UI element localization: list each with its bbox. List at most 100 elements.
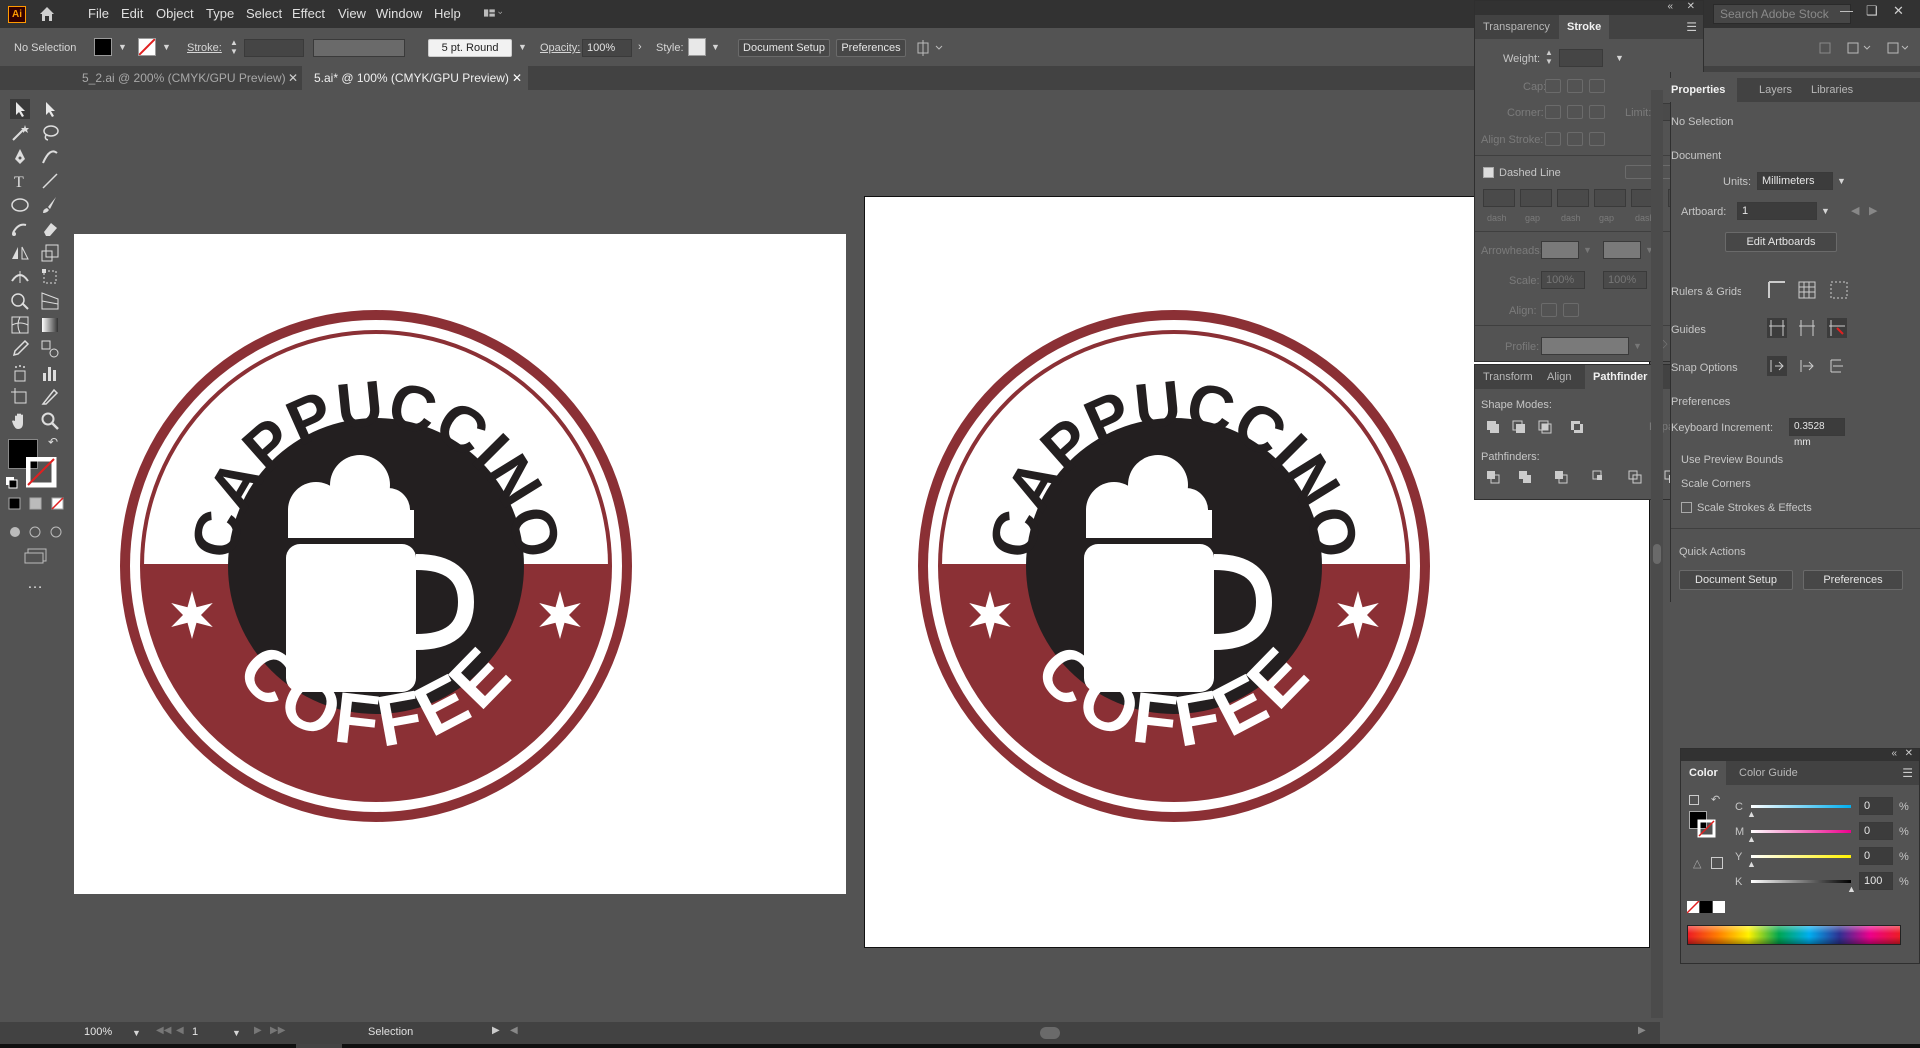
zoom-tool-icon[interactable] xyxy=(40,411,60,431)
gap-field[interactable] xyxy=(1594,189,1626,207)
document-tab-5-2[interactable]: 5_2.ai @ 200% (CMYK/GPU Preview) xyxy=(70,66,298,90)
control-bar-right-icons[interactable] xyxy=(1818,40,1908,56)
dash-field[interactable] xyxy=(1483,189,1515,207)
artboard-number-field[interactable]: 1 xyxy=(188,1024,228,1041)
align-inside-icon[interactable] xyxy=(1567,132,1583,146)
tab-align[interactable]: Align xyxy=(1539,365,1579,389)
swap-fill-stroke-icon[interactable]: ↶ xyxy=(48,435,58,449)
color-mode-icons[interactable] xyxy=(8,497,64,511)
none-black-white-swatches[interactable] xyxy=(1687,901,1727,915)
status-menu-icon[interactable]: ▶ xyxy=(492,1025,500,1036)
menu-effect[interactable]: Effect xyxy=(292,6,325,21)
scale-strokes-checkbox[interactable] xyxy=(1681,502,1692,513)
brush-dropdown-icon[interactable]: ▼ xyxy=(518,42,527,52)
panel-menu-icon[interactable]: ☰ xyxy=(1902,766,1913,780)
opacity-field[interactable]: 100% xyxy=(582,39,632,57)
round-cap-icon[interactable] xyxy=(1567,79,1583,93)
panel-menu-icon[interactable]: ☰ xyxy=(1686,20,1697,34)
arrowhead-dropdown-icon[interactable]: ▼ xyxy=(1583,245,1592,255)
web-safe-icon[interactable] xyxy=(1711,857,1723,869)
scroll-right-icon[interactable]: ▶ xyxy=(1638,1025,1646,1036)
stroke-label[interactable]: Stroke: xyxy=(187,42,222,54)
eyedropper-tool-icon[interactable] xyxy=(10,339,30,359)
type-tool-icon[interactable]: T xyxy=(10,171,30,191)
mesh-tool-icon[interactable] xyxy=(10,315,30,335)
rulers-grids-icons[interactable] xyxy=(1767,280,1867,300)
cyan-field[interactable]: 0 xyxy=(1859,797,1893,815)
tab-transform[interactable]: Transform xyxy=(1475,365,1541,389)
ellipse-tool-icon[interactable] xyxy=(10,195,30,215)
round-join-icon[interactable] xyxy=(1567,105,1583,119)
dash-align-corners-icon[interactable] xyxy=(1625,165,1653,179)
color-spectrum-bar[interactable] xyxy=(1687,925,1901,945)
cyan-slider[interactable] xyxy=(1751,805,1851,808)
preferences-button[interactable]: Preferences xyxy=(836,39,906,57)
tab-properties[interactable]: Properties xyxy=(1631,78,1737,102)
tab-libraries[interactable]: Libraries xyxy=(1803,78,1861,102)
pathfinder-icons[interactable] xyxy=(1485,469,1695,485)
brush-definition-button[interactable]: 5 pt. Round xyxy=(428,39,512,57)
screen-mode-icon[interactable] xyxy=(24,547,48,565)
prev-artboard-icon[interactable]: ◀ xyxy=(176,1025,184,1036)
stroke-dropdown-icon[interactable]: ▼ xyxy=(162,42,171,52)
slider-handle-icon[interactable]: ▲ xyxy=(1747,834,1756,844)
tab-layers[interactable]: Layers xyxy=(1751,78,1800,102)
slice-tool-icon[interactable] xyxy=(40,387,60,407)
opacity-arrow-icon[interactable]: › xyxy=(638,41,642,53)
slider-handle-icon[interactable]: ▲ xyxy=(1747,859,1756,869)
slider-handle-icon[interactable]: ▲ xyxy=(1747,809,1756,819)
tab-color-guide[interactable]: Color Guide xyxy=(1731,761,1806,785)
magenta-slider[interactable] xyxy=(1751,830,1851,833)
default-colors-icon[interactable] xyxy=(1689,795,1699,805)
stroke-stepper-icon[interactable]: ▲ ▼ xyxy=(230,38,238,56)
arrow-tip-end-icon[interactable] xyxy=(1563,303,1579,317)
slider-handle-icon[interactable]: ▲ xyxy=(1847,884,1856,894)
search-adobe-stock-input[interactable]: Search Adobe Stock xyxy=(1713,4,1851,24)
blend-tool-icon[interactable] xyxy=(40,339,60,359)
fill-swatch[interactable] xyxy=(94,38,112,56)
menu-window[interactable]: Window xyxy=(376,6,422,21)
align-outside-icon[interactable] xyxy=(1589,132,1605,146)
eraser-tool-icon[interactable] xyxy=(40,219,60,239)
end-arrowhead-select[interactable] xyxy=(1603,241,1641,259)
profile-dropdown-icon[interactable]: ▼ xyxy=(1633,341,1642,351)
magenta-field[interactable]: 0 xyxy=(1859,822,1893,840)
next-artboard-icon[interactable]: ▶ xyxy=(1869,204,1877,217)
snap-options-icons[interactable] xyxy=(1767,356,1867,376)
previous-artboard-icon[interactable]: ◀ xyxy=(1851,204,1859,217)
guides-icons[interactable] xyxy=(1767,318,1867,338)
selection-tool-icon[interactable] xyxy=(10,99,30,119)
zoom-field[interactable]: 100% xyxy=(80,1024,124,1041)
last-artboard-icon[interactable]: ▶▶ xyxy=(270,1025,285,1036)
scale-corners-label[interactable]: Scale Corners xyxy=(1681,478,1751,490)
arrange-icon[interactable] xyxy=(916,40,946,56)
edit-artboards-button[interactable]: Edit Artboards xyxy=(1725,232,1837,252)
start-scale-field[interactable]: 100% xyxy=(1541,271,1585,289)
column-graph-tool-icon[interactable] xyxy=(40,363,60,383)
menu-object[interactable]: Object xyxy=(156,6,194,21)
color-stroke-box[interactable] xyxy=(1697,819,1717,839)
pen-tool-icon[interactable] xyxy=(10,147,30,167)
first-artboard-icon[interactable]: ◀◀ xyxy=(156,1025,171,1036)
hand-tool-icon[interactable] xyxy=(10,411,30,431)
style-dropdown-icon[interactable]: ▼ xyxy=(711,42,720,52)
dash-field[interactable] xyxy=(1557,189,1589,207)
width-tool-icon[interactable] xyxy=(10,267,30,287)
horizontal-scroll-thumb[interactable] xyxy=(1040,1027,1060,1039)
zoom-dropdown-icon[interactable]: ▼ xyxy=(132,1028,141,1038)
canvas-vertical-scrollbar[interactable] xyxy=(1651,90,1663,1018)
stroke-color-box[interactable] xyxy=(26,457,58,489)
lasso-tool-icon[interactable] xyxy=(40,123,60,143)
swap-colors-icon[interactable]: ↶ xyxy=(1711,793,1720,806)
artboard-number-dropdown-icon[interactable]: ▼ xyxy=(232,1028,241,1038)
projecting-cap-icon[interactable] xyxy=(1589,79,1605,93)
scroll-left-icon[interactable]: ◀ xyxy=(510,1025,518,1036)
free-transform-tool-icon[interactable] xyxy=(40,267,60,287)
profile-select[interactable] xyxy=(1541,337,1629,355)
tab-transparency[interactable]: Transparency xyxy=(1475,15,1558,39)
shaper-tool-icon[interactable] xyxy=(10,219,30,239)
artboard-select[interactable]: 1 xyxy=(1737,202,1817,220)
align-center-icon[interactable] xyxy=(1545,132,1561,146)
symbol-sprayer-tool-icon[interactable] xyxy=(10,363,30,383)
direct-selection-tool-icon[interactable] xyxy=(40,99,60,119)
